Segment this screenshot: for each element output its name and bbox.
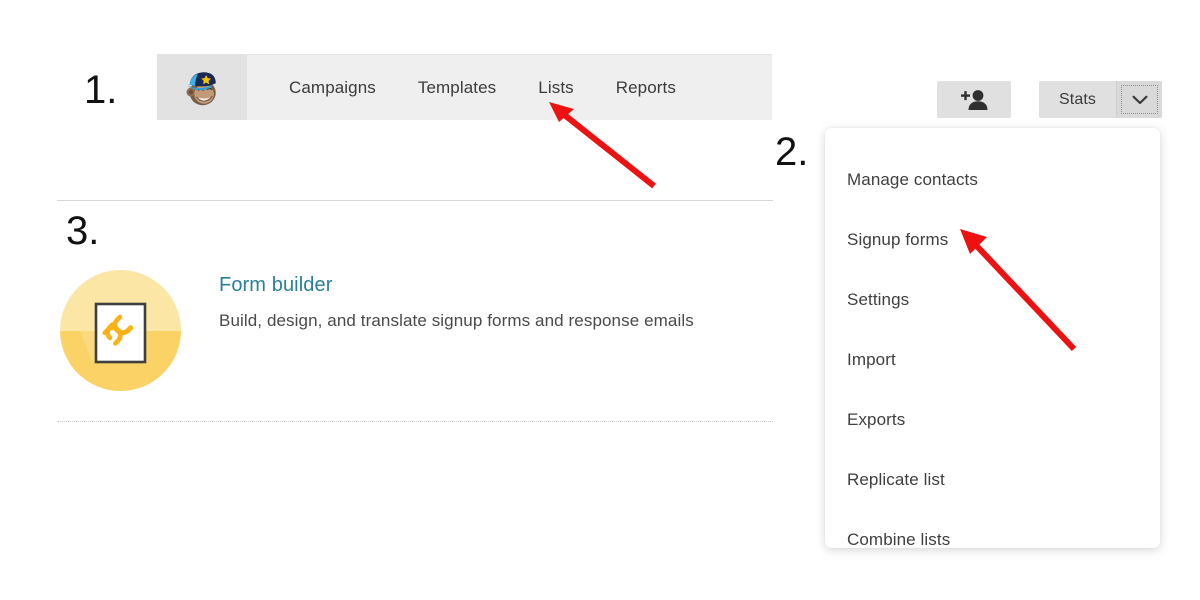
nav-links-group: Campaigns Templates Lists Reports xyxy=(247,55,697,120)
lists-dropdown-menu: Manage contacts Signup forms Settings Im… xyxy=(825,128,1160,549)
toolbar-actions: Stats xyxy=(937,81,1162,118)
menu-item-settings[interactable]: Settings xyxy=(825,270,1160,330)
menu-item-combine-lists[interactable]: Combine lists xyxy=(825,510,1160,570)
form-builder-description: Build, design, and translate signup form… xyxy=(219,311,694,330)
top-navigation-bar: Campaigns Templates Lists Reports xyxy=(157,54,772,120)
stats-split-button: Stats xyxy=(1039,81,1162,118)
menu-item-import[interactable]: Import xyxy=(825,330,1160,390)
page-canvas: 1. Campaigns Templates Lists Reports Sta… xyxy=(0,0,1200,600)
step-number-2: 2. xyxy=(775,130,809,174)
nav-link-templates[interactable]: Templates xyxy=(397,78,517,98)
step-number-1: 1. xyxy=(84,68,118,112)
form-builder-row: Form builder Build, design, and translat… xyxy=(60,270,694,391)
nav-link-campaigns[interactable]: Campaigns xyxy=(268,78,397,98)
menu-item-manage-contacts[interactable]: Manage contacts xyxy=(825,150,1160,210)
menu-item-exports[interactable]: Exports xyxy=(825,390,1160,450)
content-divider-top xyxy=(57,200,773,201)
add-person-icon xyxy=(961,89,988,110)
menu-item-replicate-list[interactable]: Replicate list xyxy=(825,450,1160,510)
form-builder-icon-wrapper xyxy=(60,270,181,391)
menu-item-signup-forms[interactable]: Signup forms xyxy=(825,210,1160,270)
chevron-down-icon xyxy=(1132,95,1147,104)
add-person-button[interactable] xyxy=(937,81,1012,118)
stats-button[interactable]: Stats xyxy=(1039,81,1116,118)
nav-link-reports[interactable]: Reports xyxy=(595,78,697,98)
step-number-3: 3. xyxy=(66,209,100,253)
mailchimp-logo-tile[interactable] xyxy=(157,55,247,120)
form-builder-title-link[interactable]: Form builder xyxy=(219,274,332,297)
content-divider-bottom xyxy=(57,421,773,422)
mailchimp-freddie-logo-icon xyxy=(186,71,216,105)
document-link-icon xyxy=(60,270,181,391)
nav-link-lists[interactable]: Lists xyxy=(517,78,594,98)
form-builder-text: Form builder Build, design, and translat… xyxy=(219,270,694,331)
stats-dropdown-toggle[interactable] xyxy=(1116,81,1162,118)
